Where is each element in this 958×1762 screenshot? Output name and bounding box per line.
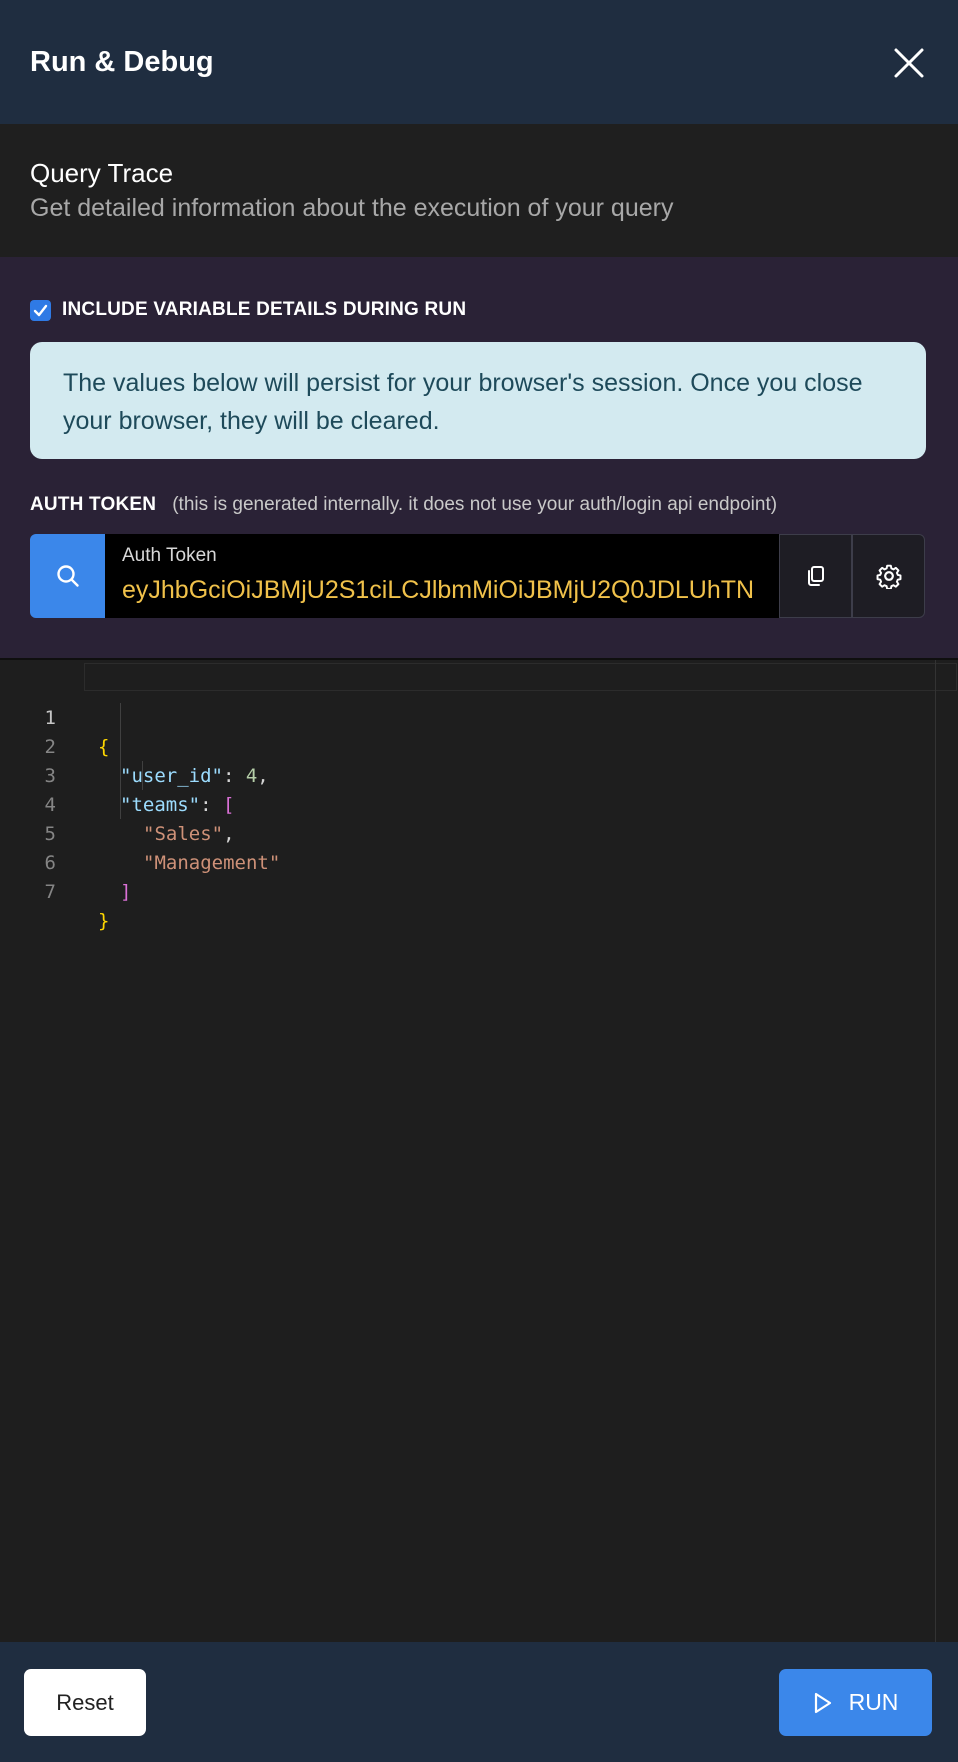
code-line-7: 7 } [0, 849, 930, 932]
run-button[interactable]: RUN [779, 1669, 932, 1736]
code-line-3: 3 "teams": [ [0, 733, 930, 816]
code-line-2: 2 "user_id": 4, [0, 704, 930, 787]
check-icon [33, 304, 48, 316]
line-number: 7 [44, 881, 56, 903]
auth-token-row: Auth Token eyJhbGciOiJBMjU2S1ciLCJlbmMiO… [30, 534, 926, 618]
auth-token-input[interactable]: eyJhbGciOiJBMjU2S1ciLCJlbmMiOiJBMjU2Q0JD… [122, 576, 809, 605]
code-line-6: 6 ] [0, 820, 930, 903]
code-line-5: 5 "Management" [0, 791, 930, 874]
close-button[interactable] [892, 46, 926, 80]
include-variables-row: INCLUDE VARIABLE DETAILS DURING RUN [30, 297, 466, 323]
auth-token-label: AUTH TOKEN [30, 494, 157, 515]
code-line-4: 4 "Sales", [0, 762, 930, 845]
code-text: ] [120, 881, 132, 903]
auth-token-field-label: Auth Token [122, 545, 217, 566]
run-debug-panel: Run & Debug Query Trace Get detailed inf… [0, 0, 958, 1762]
run-button-label: RUN [848, 1689, 899, 1715]
play-icon [814, 1692, 831, 1713]
include-variables-checkbox[interactable] [30, 299, 51, 321]
reset-button[interactable]: Reset [24, 1669, 146, 1736]
gear-icon [876, 564, 901, 589]
query-trace-title: Query Trace [30, 158, 174, 188]
variables-json-editor[interactable]: 1 { 2 "user_id": 4, 3 "teams": [ 4 "Sale… [0, 658, 958, 1644]
token-settings-button[interactable] [852, 534, 925, 618]
auth-token-label-row: AUTH TOKEN (this is generated internally.… [30, 493, 777, 517]
panel-title: Run & Debug [30, 46, 214, 78]
query-trace-subtitle: Get detailed information about the execu… [30, 194, 674, 222]
close-icon [894, 48, 924, 78]
editor-scrollbar-track[interactable] [935, 660, 936, 1644]
auth-token-field[interactable]: Auth Token eyJhbGciOiJBMjU2S1ciLCJlbmMiO… [105, 534, 809, 618]
copy-token-button[interactable] [779, 534, 852, 618]
panel-footer: Reset RUN [0, 1642, 958, 1762]
copy-icon [807, 566, 824, 586]
code-line-1: 1 { [0, 675, 930, 758]
query-trace-section: Query Trace Get detailed information abo… [0, 124, 958, 257]
panel-header: Run & Debug [0, 0, 958, 124]
code-text: } [98, 910, 110, 932]
include-variables-label[interactable]: INCLUDE VARIABLE DETAILS DURING RUN [62, 299, 466, 321]
variables-section: INCLUDE VARIABLE DETAILS DURING RUN The … [0, 257, 958, 658]
search-token-button[interactable] [30, 534, 105, 618]
session-info-alert: The values below will persist for your b… [30, 342, 926, 459]
search-icon [56, 565, 79, 587]
auth-token-hint: (this is generated internally. it does n… [172, 494, 778, 515]
